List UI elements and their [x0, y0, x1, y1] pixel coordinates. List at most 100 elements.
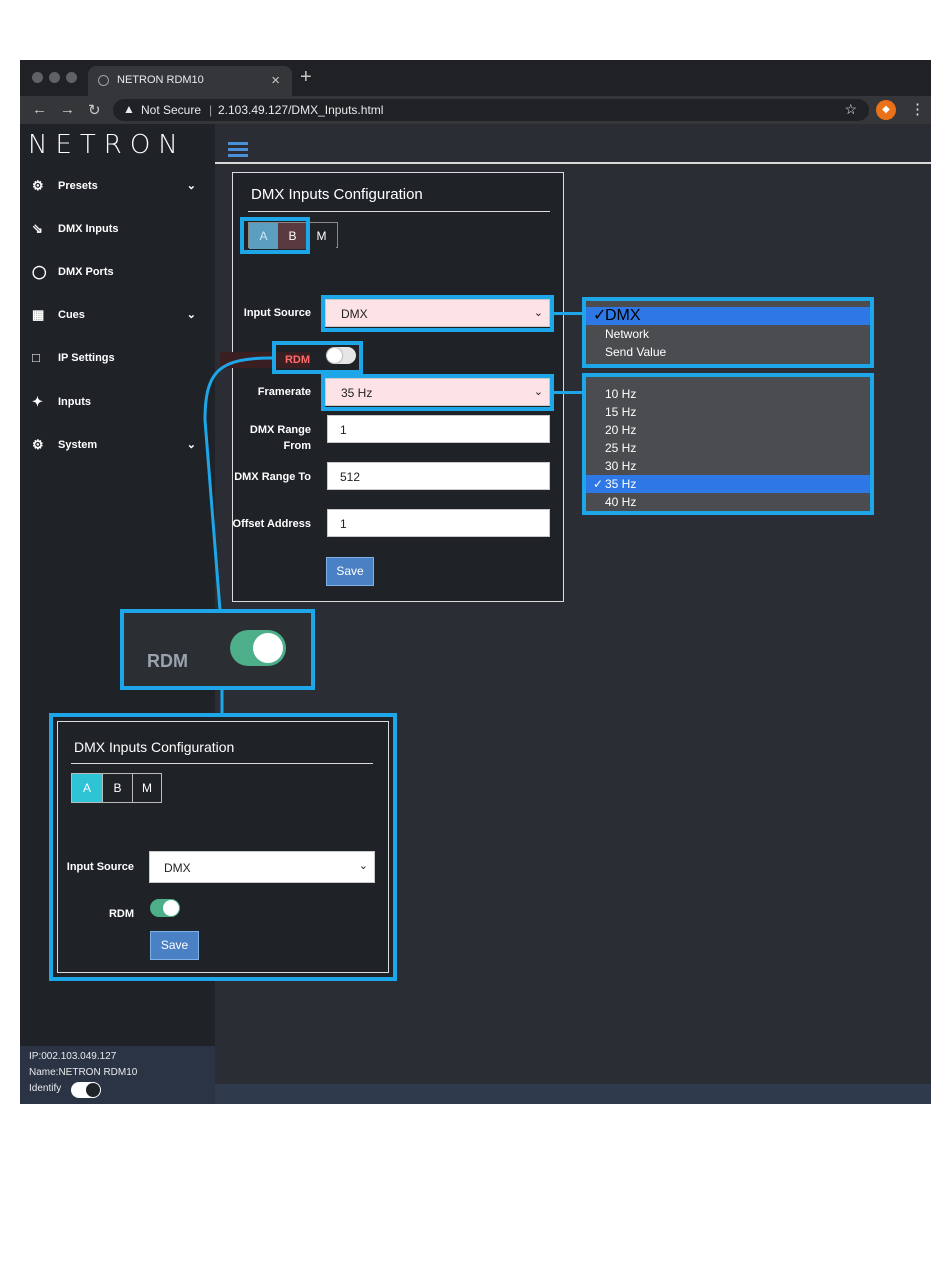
- security-label: Not Secure: [141, 103, 202, 117]
- url-divider: |: [209, 103, 213, 117]
- tab-m[interactable]: M: [307, 223, 336, 249]
- select-value: DMX: [164, 861, 191, 875]
- profile-avatar-icon[interactable]: ◆: [876, 100, 896, 120]
- chevron-down-icon: ⌄: [358, 860, 368, 872]
- hamburger-menu-icon[interactable]: [228, 142, 248, 158]
- chevron-down-icon: ⌄: [186, 439, 196, 451]
- header-divider: [215, 162, 931, 164]
- input-source-label: Input Source: [243, 307, 311, 319]
- menu-dots-icon[interactable]: ⋮: [910, 100, 925, 118]
- netron-logo: NETRON: [28, 130, 186, 160]
- input-source-highlight: [321, 295, 554, 332]
- tab-close-button[interactable]: ×: [271, 72, 280, 89]
- favicon-icon: [98, 75, 109, 86]
- dropdown-option-dmx[interactable]: ✓ DMX: [586, 307, 870, 325]
- close-window-dot[interactable]: [32, 72, 43, 83]
- bookmark-star-icon[interactable]: ☆: [844, 101, 857, 118]
- input-value: 512: [340, 470, 361, 484]
- device-name-text: Name:NETRON RDM10: [29, 1067, 138, 1078]
- option-label: Send Value: [605, 345, 667, 359]
- option-label: 25 Hz: [605, 441, 637, 455]
- sidebar-item-label: DMX Inputs: [58, 223, 119, 235]
- callout-panel-border: [57, 721, 389, 973]
- callout-rdm-toggle[interactable]: [150, 899, 180, 917]
- sidebar-item-presets[interactable]: ⚙ Presets ⌄: [32, 178, 202, 198]
- panel-title: DMX Inputs Configuration: [251, 186, 423, 203]
- identify-label: Identify: [29, 1083, 62, 1094]
- dropdown-option-30hz[interactable]: 30 Hz: [586, 457, 870, 475]
- bottom-strip: [215, 1084, 931, 1104]
- zoom-window-dot[interactable]: [66, 72, 77, 83]
- dropdown-option-10hz[interactable]: 10 Hz: [586, 385, 870, 403]
- input-source-dropdown: ✓ DMX Network Send Value: [582, 297, 874, 368]
- option-label: 15 Hz: [605, 405, 637, 419]
- title-rule: [248, 211, 550, 212]
- option-label: 30 Hz: [605, 459, 637, 473]
- power-icon: ◯: [32, 264, 47, 279]
- dropdown-option-40hz[interactable]: 40 Hz: [586, 493, 870, 511]
- browser-tab[interactable]: NETRON RDM10 ×: [88, 66, 292, 96]
- dropdown-option-15hz[interactable]: 15 Hz: [586, 403, 870, 421]
- sidebar-item-dmx-ports[interactable]: ◯ DMX Ports: [32, 264, 202, 284]
- laptop-icon: □: [32, 350, 40, 365]
- ip-text: IP:002.103.049.127: [29, 1051, 117, 1062]
- reload-icon[interactable]: ↻: [88, 101, 101, 119]
- callout-tab-a[interactable]: A: [72, 774, 102, 802]
- tabs-highlight: [240, 217, 310, 254]
- framerate-highlight: [321, 374, 554, 411]
- range-from-input[interactable]: 1: [327, 415, 550, 443]
- sidebar-item-system[interactable]: ⚙ System ⌄: [32, 437, 202, 457]
- plug-icon: ✦: [32, 394, 43, 409]
- panel-callout: DMX Inputs Configuration A B M Input Sou…: [49, 713, 397, 981]
- option-label: 10 Hz: [605, 387, 637, 401]
- sidebar-item-inputs[interactable]: ✦ Inputs: [32, 394, 202, 414]
- callout-input-source-select[interactable]: DMX ⌄: [149, 851, 375, 883]
- option-label: 35 Hz: [605, 477, 637, 491]
- callout-tab-b[interactable]: B: [102, 774, 132, 802]
- option-label: 40 Hz: [605, 495, 637, 509]
- dropdown-option-network[interactable]: Network: [586, 325, 870, 343]
- sidebar-item-label: Cues: [58, 309, 85, 321]
- url-text[interactable]: 2.103.49.127/DMX_Inputs.html: [218, 103, 383, 117]
- identify-toggle[interactable]: [71, 1082, 101, 1098]
- sidebar-item-cues[interactable]: ▦ Cues ⌄: [32, 307, 202, 327]
- sidebar-item-label: IP Settings: [58, 352, 115, 364]
- offset-address-input[interactable]: 1: [327, 509, 550, 537]
- chevron-down-icon: ⌄: [186, 180, 196, 192]
- check-icon: ✓: [593, 477, 604, 491]
- save-button[interactable]: Save: [326, 557, 374, 586]
- sidebar-item-dmx-inputs[interactable]: ⇘ DMX Inputs: [32, 221, 202, 241]
- input-value: 1: [340, 423, 347, 437]
- callout-title-rule: [71, 763, 373, 764]
- sidebar-item-ip-settings[interactable]: □ IP Settings: [32, 350, 202, 370]
- forward-arrow-icon[interactable]: →: [60, 101, 75, 118]
- back-arrow-icon[interactable]: ←: [32, 101, 47, 118]
- arrow-in-icon: ⇘: [32, 221, 43, 236]
- callout-port-tabs: A B M: [71, 773, 162, 803]
- sidebar-item-label: Presets: [58, 180, 98, 192]
- input-value: 1: [340, 517, 347, 531]
- rdm-callout-toggle[interactable]: [230, 630, 286, 666]
- dropdown-option-send-value[interactable]: Send Value: [586, 343, 870, 361]
- dropdown-option-25hz[interactable]: 25 Hz: [586, 439, 870, 457]
- tab-title: NETRON RDM10: [117, 74, 204, 86]
- chevron-down-icon: ⌄: [186, 309, 196, 321]
- callout-save-button[interactable]: Save: [150, 931, 199, 960]
- dropdown-option-20hz[interactable]: 20 Hz: [586, 421, 870, 439]
- dropdown-option-35hz[interactable]: ✓ 35 Hz: [586, 475, 870, 493]
- callout-tab-m[interactable]: M: [132, 774, 161, 802]
- range-to-input[interactable]: 512: [327, 462, 550, 490]
- framerate-dropdown: 10 Hz 15 Hz 20 Hz 25 Hz 30 Hz ✓ 35 Hz 40…: [582, 373, 874, 515]
- film-icon: ▦: [32, 307, 45, 322]
- option-label: DMX: [605, 307, 641, 324]
- minimize-window-dot[interactable]: [49, 72, 60, 83]
- callout-panel-title: DMX Inputs Configuration: [74, 739, 235, 755]
- sidebar-item-label: DMX Ports: [58, 266, 114, 278]
- url-field[interactable]: ▲ Not Secure | 2.103.49.127/DMX_Inputs.h…: [113, 99, 869, 121]
- connector-line: [554, 312, 584, 315]
- new-tab-button[interactable]: +: [300, 66, 312, 89]
- warning-icon[interactable]: ▲: [123, 102, 135, 116]
- connector-line: [554, 391, 584, 394]
- callout-rdm-label: RDM: [108, 908, 134, 920]
- option-label: Network: [605, 327, 650, 341]
